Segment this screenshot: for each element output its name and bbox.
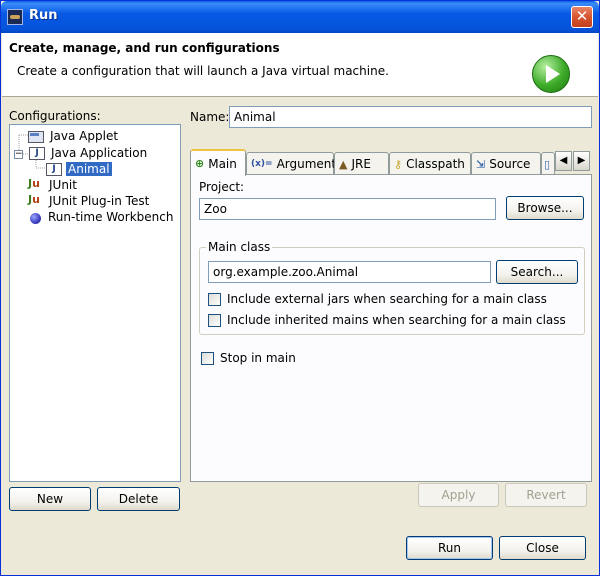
arguments-icon: (x)= bbox=[251, 159, 273, 169]
name-label: Name: bbox=[190, 110, 230, 124]
java-application-icon: J bbox=[29, 147, 45, 160]
browse-button[interactable]: Browse... bbox=[506, 196, 584, 220]
java-applet-icon bbox=[28, 131, 44, 143]
checkbox-box[interactable] bbox=[208, 313, 221, 327]
checkbox-label: Include external jars when searching for… bbox=[227, 292, 547, 306]
checkbox-box[interactable] bbox=[201, 351, 214, 365]
classpath-icon: ⚷ bbox=[394, 157, 403, 171]
checkbox-label: Stop in main bbox=[220, 351, 296, 365]
main-tab-panel: Project: Browse... Main class Search... … bbox=[190, 174, 592, 482]
main-icon: ⊕ bbox=[195, 157, 205, 170]
stop-in-main-checkbox[interactable]: Stop in main bbox=[201, 351, 296, 365]
tree-item-junit-plugin-test[interactable]: Ju JUnit Plug-in Test bbox=[28, 193, 151, 209]
tree-item-label: JUnit bbox=[49, 178, 77, 192]
tab-bar: ⊕ Main (x)= Arguments ▲ JRE ⚷ Classpath … bbox=[190, 149, 592, 176]
name-input[interactable] bbox=[229, 106, 592, 128]
tree-item-animal[interactable]: J Animal bbox=[45, 161, 112, 177]
tab-source[interactable]: ⇲ Source bbox=[471, 152, 541, 175]
tree-item-junit[interactable]: Ju JUnit bbox=[28, 177, 79, 193]
tree-item-runtime-workbench[interactable]: Run-time Workbench bbox=[28, 209, 175, 225]
java-class-icon: J bbox=[46, 163, 62, 176]
tab-label: Source bbox=[489, 157, 531, 171]
delete-button[interactable]: Delete bbox=[97, 487, 180, 511]
main-class-group: Main class Search... Include external ja… bbox=[199, 240, 585, 335]
tree-item-java-applet[interactable]: Java Applet bbox=[28, 128, 120, 144]
eclipse-icon bbox=[7, 9, 23, 25]
tab-arguments[interactable]: (x)= Arguments bbox=[246, 152, 342, 175]
run-icon bbox=[532, 55, 570, 93]
title-bar[interactable]: Run ✕ bbox=[1, 1, 599, 33]
banner-title: Create, manage, and run configurations bbox=[9, 41, 280, 55]
tree-item-label: Java Application bbox=[51, 146, 148, 160]
include-external-jars-checkbox[interactable]: Include external jars when searching for… bbox=[208, 292, 547, 306]
tab-scroll-right-button[interactable]: ▶ bbox=[573, 151, 590, 171]
tab-label: Main bbox=[208, 156, 237, 171]
tab-overflow[interactable]: ▯ bbox=[541, 152, 555, 175]
banner-description: Create a configuration that will launch … bbox=[17, 64, 389, 78]
checkbox-box[interactable] bbox=[208, 292, 221, 306]
tree-collapse-toggle[interactable]: − bbox=[14, 150, 23, 159]
workbench-icon bbox=[30, 212, 41, 224]
tree-item-label: JUnit Plug-in Test bbox=[49, 194, 150, 208]
junit-icon: Ju bbox=[28, 177, 40, 190]
tree-item-label: Animal bbox=[66, 162, 112, 176]
tab-jre[interactable]: ▲ JRE bbox=[334, 152, 389, 175]
checkbox-label: Include inherited mains when searching f… bbox=[227, 313, 566, 327]
tree-item-label: Run-time Workbench bbox=[48, 210, 174, 224]
project-label: Project: bbox=[199, 180, 245, 194]
new-button[interactable]: New bbox=[9, 487, 91, 511]
tab-label: Arguments bbox=[276, 157, 343, 171]
jre-icon: ▲ bbox=[339, 157, 348, 171]
configurations-label: Configurations: bbox=[9, 109, 101, 123]
run-dialog: Run ✕ Create, manage, and run configurat… bbox=[0, 0, 600, 576]
main-class-input[interactable] bbox=[208, 261, 491, 283]
project-input[interactable] bbox=[199, 198, 496, 220]
main-class-group-label: Main class bbox=[206, 240, 273, 254]
tab-classpath[interactable]: ⚷ Classpath bbox=[389, 152, 471, 175]
configurations-tree[interactable]: − Java Applet J Java Application J Anima… bbox=[9, 124, 181, 482]
tree-item-label: Java Applet bbox=[50, 129, 119, 143]
include-inherited-mains-checkbox[interactable]: Include inherited mains when searching f… bbox=[208, 313, 566, 327]
common-icon: ▯ bbox=[544, 157, 551, 171]
close-window-button[interactable]: ✕ bbox=[571, 6, 593, 28]
tab-main[interactable]: ⊕ Main bbox=[190, 149, 246, 176]
close-button[interactable]: Close bbox=[499, 536, 586, 560]
tab-label: Classpath bbox=[406, 157, 465, 171]
tab-label: JRE bbox=[351, 157, 371, 171]
run-button[interactable]: Run bbox=[406, 536, 493, 560]
tree-item-java-application[interactable]: J Java Application bbox=[28, 145, 149, 161]
source-icon: ⇲ bbox=[476, 157, 486, 171]
junit-plugin-icon: Ju bbox=[28, 193, 40, 206]
search-main-class-button[interactable]: Search... bbox=[496, 260, 578, 284]
tab-scroll-left-button[interactable]: ◀ bbox=[555, 151, 572, 171]
window-title: Run bbox=[29, 8, 58, 23]
apply-button[interactable]: Apply bbox=[418, 483, 499, 507]
header-banner: Create, manage, and run configurations C… bbox=[2, 33, 598, 97]
revert-button[interactable]: Revert bbox=[505, 483, 587, 507]
